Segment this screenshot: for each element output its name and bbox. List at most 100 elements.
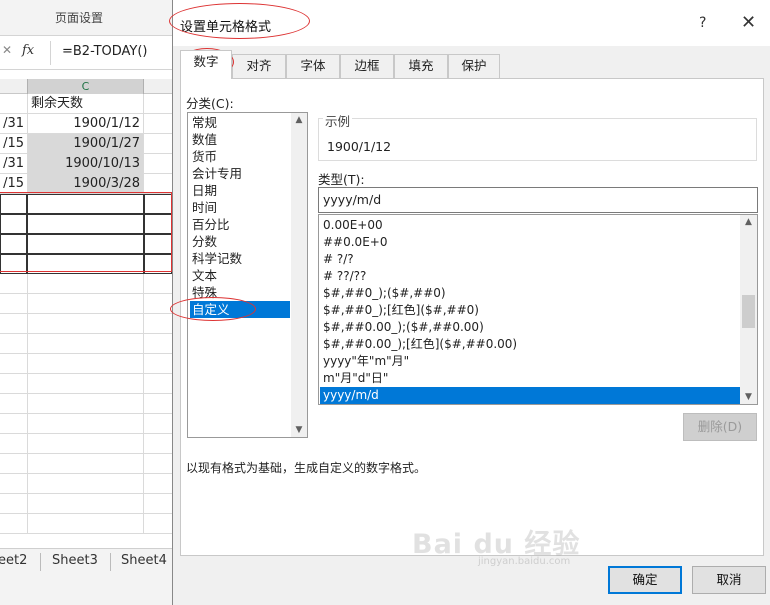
- table-row: [0, 474, 172, 494]
- list-item[interactable]: 百分比: [190, 216, 290, 233]
- cell-b[interactable]: /15: [0, 174, 27, 194]
- tab-fill[interactable]: 填充: [394, 54, 448, 78]
- list-item[interactable]: ##0.0E+0: [320, 234, 740, 251]
- cell-c[interactable]: [27, 374, 144, 394]
- list-item[interactable]: 时间: [190, 199, 290, 216]
- dialog-title-bar: 设置单元格格式 ? ✕: [173, 0, 770, 46]
- list-item[interactable]: 日期: [190, 182, 290, 199]
- fx-icon[interactable]: fx: [22, 43, 34, 58]
- cell-c[interactable]: [27, 274, 144, 294]
- type-scrollbar[interactable]: ▲ ▼: [740, 215, 757, 404]
- list-item[interactable]: 货币: [190, 148, 290, 165]
- list-item[interactable]: 特殊: [190, 284, 290, 301]
- sheet-tab-sheet2[interactable]: eet2: [0, 553, 27, 568]
- list-item[interactable]: # ?/?: [320, 251, 740, 268]
- category-list[interactable]: 常规 数值 货币 会计专用 日期 时间 百分比 分数 科学记数 文本 特殊 自定…: [187, 112, 308, 438]
- list-item[interactable]: 科学记数: [190, 250, 290, 267]
- cell-d[interactable]: [144, 94, 172, 114]
- ribbon-group-label: 页面设置: [55, 11, 104, 25]
- scroll-down-icon[interactable]: ▼: [291, 425, 307, 435]
- scroll-thumb[interactable]: [742, 295, 755, 328]
- cell-d[interactable]: [144, 134, 172, 154]
- cell-c[interactable]: [27, 354, 144, 374]
- cell-c[interactable]: 1900/1/27: [27, 134, 144, 154]
- cell-d[interactable]: [144, 174, 172, 194]
- cell-b[interactable]: [0, 94, 27, 114]
- scroll-down-icon[interactable]: ▼: [740, 392, 757, 402]
- category-scrollbar[interactable]: ▲ ▼: [291, 113, 307, 437]
- cell-c[interactable]: [27, 294, 144, 314]
- scroll-up-icon[interactable]: ▲: [740, 217, 757, 227]
- delete-button[interactable]: 删除(D): [683, 413, 757, 441]
- list-item-selected[interactable]: 自定义: [190, 301, 290, 318]
- tab-number[interactable]: 数字: [180, 50, 232, 79]
- list-item[interactable]: $#,##0_);[红色]($#,##0): [320, 302, 740, 319]
- tab-alignment[interactable]: 对齐: [232, 54, 286, 78]
- cell-c[interactable]: [27, 414, 144, 434]
- format-cells-dialog: 设置单元格格式 ? ✕ 数字 对齐 字体 边框 填充 保护 分类(C): 常规 …: [169, 0, 770, 605]
- cell-b[interactable]: [0, 234, 27, 254]
- list-item[interactable]: $#,##0.00_);[红色]($#,##0.00): [320, 336, 740, 353]
- list-item[interactable]: 分数: [190, 233, 290, 250]
- table-row: [0, 334, 172, 354]
- list-item[interactable]: 常规: [190, 114, 290, 131]
- cell-b[interactable]: /15: [0, 134, 27, 154]
- cell-d[interactable]: [144, 254, 172, 274]
- formula-input[interactable]: =B2-TODAY(): [62, 44, 148, 59]
- list-item[interactable]: # ??/??: [320, 268, 740, 285]
- tab-font[interactable]: 字体: [286, 54, 340, 78]
- sheet-tab-sheet3[interactable]: Sheet3: [52, 553, 98, 568]
- excel-background: 页面设置 ✕ fx =B2-TODAY() C 剩余天数 /31 1900/1/…: [0, 0, 172, 605]
- cell-c[interactable]: [27, 314, 144, 334]
- cell-b[interactable]: /31: [0, 154, 27, 174]
- cell-c[interactable]: [27, 474, 144, 494]
- table-row: [0, 214, 172, 234]
- cell-c[interactable]: [27, 234, 144, 254]
- list-item[interactable]: $#,##0_);($#,##0): [320, 285, 740, 302]
- cell-d[interactable]: [144, 234, 172, 254]
- cell-b[interactable]: [0, 254, 27, 274]
- column-header-c[interactable]: C: [27, 79, 144, 94]
- cancel-button[interactable]: 取消: [692, 566, 766, 594]
- list-item[interactable]: m"月"d"日": [320, 370, 740, 387]
- list-item[interactable]: yyyy"年"m"月": [320, 353, 740, 370]
- list-item[interactable]: 0.00E+00: [320, 217, 740, 234]
- cell-c[interactable]: 1900/10/13: [27, 154, 144, 174]
- ok-button[interactable]: 确定: [608, 566, 682, 594]
- cell-c[interactable]: [27, 254, 144, 274]
- cell-b[interactable]: /31: [0, 114, 27, 134]
- cell-c[interactable]: [27, 394, 144, 414]
- help-icon[interactable]: ?: [699, 15, 706, 31]
- cell-b[interactable]: [0, 194, 27, 214]
- cell-c[interactable]: [27, 514, 144, 534]
- cell-d[interactable]: [144, 114, 172, 134]
- formula-cancel-icon[interactable]: ✕: [2, 43, 12, 57]
- list-item-selected[interactable]: yyyy/m/d: [320, 387, 740, 404]
- cell-c[interactable]: [27, 334, 144, 354]
- cell-c[interactable]: 1900/3/28: [27, 174, 144, 194]
- cell-c[interactable]: 剩余天数: [27, 94, 144, 114]
- scroll-up-icon[interactable]: ▲: [291, 115, 307, 125]
- cell-c[interactable]: [27, 214, 144, 234]
- cell-d[interactable]: [144, 194, 172, 214]
- cell-c[interactable]: [27, 194, 144, 214]
- tab-protection[interactable]: 保护: [448, 54, 500, 78]
- cell-d[interactable]: [144, 214, 172, 234]
- sheet-tab-sheet4[interactable]: Sheet4: [121, 553, 167, 568]
- cell-c[interactable]: [27, 454, 144, 474]
- list-item[interactable]: 文本: [190, 267, 290, 284]
- cell-c[interactable]: 1900/1/12: [27, 114, 144, 134]
- type-input[interactable]: yyyy/m/d: [318, 187, 758, 213]
- tab-border[interactable]: 边框: [340, 54, 394, 78]
- close-icon[interactable]: ✕: [741, 12, 756, 33]
- list-item[interactable]: $#,##0.00_);($#,##0.00): [320, 319, 740, 336]
- cell-c[interactable]: [27, 434, 144, 454]
- type-list[interactable]: 0.00E+00 ##0.0E+0 # ?/? # ??/?? $#,##0_)…: [318, 214, 758, 405]
- cell-c[interactable]: [27, 494, 144, 514]
- cell-d[interactable]: [144, 154, 172, 174]
- list-item[interactable]: 数值: [190, 131, 290, 148]
- type-label: 类型(T):: [318, 172, 365, 187]
- list-item[interactable]: 会计专用: [190, 165, 290, 182]
- cell-b[interactable]: [0, 214, 27, 234]
- table-row: [0, 314, 172, 334]
